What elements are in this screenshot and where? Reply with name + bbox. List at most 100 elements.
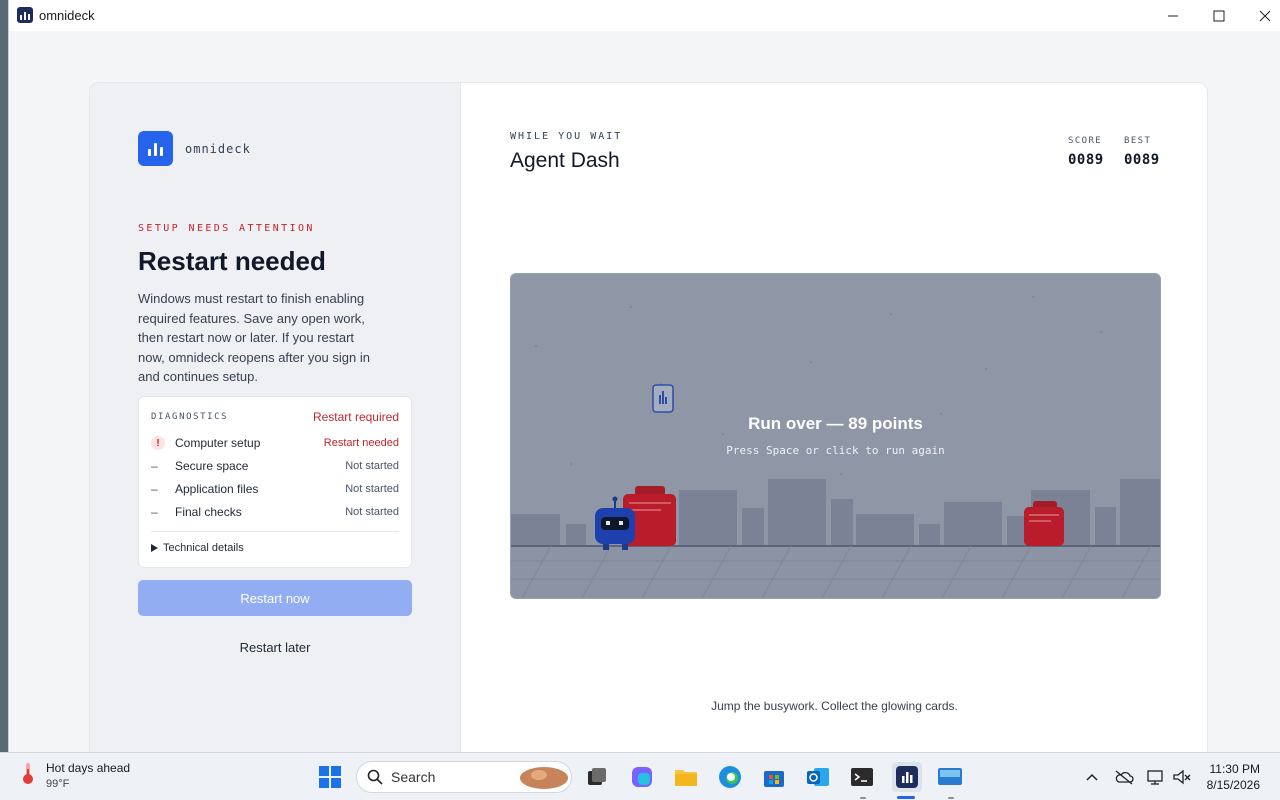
outlook-app[interactable]: [804, 763, 832, 791]
warning-icon: !: [151, 436, 165, 450]
omnideck-taskbar-app[interactable]: [892, 762, 922, 792]
diagnostic-label: Application files: [175, 482, 259, 496]
divider: [151, 531, 399, 532]
taskbar-search[interactable]: Search: [356, 761, 572, 793]
app-icon: [17, 7, 33, 23]
diagnostic-row-final-checks: – Final checks Not started: [151, 503, 399, 521]
game-over-title: Run over — 89 points: [748, 414, 923, 433]
copilot-app[interactable]: [628, 763, 656, 791]
task-view-button[interactable]: [583, 763, 611, 791]
glowing-card-icon: [652, 384, 674, 413]
diagnostics-panel: DIAGNOSTICS Restart required ! Computer …: [138, 396, 412, 568]
score-value: 0089: [1068, 152, 1104, 168]
edge-browser-app[interactable]: [716, 763, 744, 791]
minimize-icon: [1168, 15, 1178, 16]
diagnostic-row-secure-space: – Secure space Not started: [151, 457, 399, 475]
setup-description: Windows must restart to finish enabling …: [138, 291, 370, 384]
active-indicator: [897, 796, 915, 799]
start-button[interactable]: [316, 763, 344, 791]
dash-icon: –: [151, 505, 158, 519]
best-block: BEST 0089: [1124, 136, 1160, 168]
game-title: Agent Dash: [510, 149, 620, 172]
network-tray[interactable]: [1144, 763, 1168, 791]
thermometer-icon: [23, 763, 33, 784]
network-icon: [1147, 770, 1163, 785]
file-explorer-app[interactable]: [672, 763, 700, 791]
volume-tray[interactable]: [1170, 763, 1194, 791]
close-icon: [1259, 10, 1271, 21]
store-icon: [764, 771, 784, 787]
restart-later-button[interactable]: Restart later: [138, 636, 412, 658]
dash-icon: –: [151, 459, 158, 473]
game-eyebrow: WHILE YOU WAIT: [510, 131, 623, 142]
search-highlight-icon: [520, 767, 568, 789]
technical-details-toggle[interactable]: Technical details: [151, 542, 244, 554]
diagnostic-label: Computer setup: [175, 436, 261, 450]
diagnostic-label: Secure space: [175, 459, 249, 473]
best-value: 0089: [1124, 152, 1160, 168]
tray-overflow-button[interactable]: [1080, 763, 1104, 791]
close-button[interactable]: [1242, 0, 1280, 31]
disclosure-triangle-icon: [151, 544, 158, 552]
diagnostic-value: Not started: [345, 483, 399, 495]
title-bar[interactable]: omnideck: [9, 0, 1280, 31]
taskbar: Hot days ahead 99°F Search 11:30 PM 8/15…: [0, 752, 1280, 800]
game-canvas[interactable]: Run over — 89 points Press Space or clic…: [510, 273, 1161, 599]
window-content: omnideck SETUP NEEDS ATTENTION Restart n…: [9, 31, 1280, 762]
folder-icon: [675, 770, 697, 786]
outlook-icon: [807, 768, 829, 786]
terminal-app[interactable]: [848, 763, 876, 791]
window-title: omnideck: [39, 8, 95, 23]
minimize-button[interactable]: [1150, 0, 1196, 31]
technical-details-label: Technical details: [163, 542, 244, 554]
diagnostic-value: Not started: [345, 506, 399, 518]
diagnostic-value: Not started: [345, 460, 399, 472]
setup-eyebrow: SETUP NEEDS ATTENTION: [138, 223, 315, 234]
weather-title: Hot days ahead: [46, 761, 131, 775]
search-placeholder: Search: [391, 769, 436, 785]
game-scene: [511, 296, 1160, 598]
score-block: SCORE 0089: [1068, 136, 1104, 168]
maximize-button[interactable]: [1196, 0, 1242, 31]
edge-icon: [719, 766, 741, 788]
app-window: omnideck omnideck SETUP NEEDS ATTENTION …: [8, 0, 1280, 762]
diagnostics-status: Restart required: [312, 410, 399, 424]
dash-icon: –: [151, 482, 158, 496]
chevron-up-icon: [1086, 773, 1098, 781]
store-app[interactable]: [760, 763, 788, 791]
diagnostic-value: Restart needed: [323, 437, 399, 449]
clock-date: 8/15/2026: [1206, 778, 1260, 792]
remote-desktop-app[interactable]: [936, 763, 964, 791]
brand: omnideck: [138, 131, 251, 166]
maximize-icon: [1213, 10, 1225, 21]
setup-card: omnideck SETUP NEEDS ATTENTION Restart n…: [89, 82, 1208, 762]
copilot-icon: [632, 767, 652, 787]
weather-temp: 99°F: [46, 778, 70, 790]
omnideck-logo-icon: [138, 131, 173, 166]
setup-panel: omnideck SETUP NEEDS ATTENTION Restart n…: [90, 83, 461, 761]
cloud-off-icon: [1115, 770, 1134, 785]
game-over-subtitle: Press Space or click to run again: [726, 444, 945, 457]
best-label: BEST: [1124, 136, 1152, 146]
restart-now-button[interactable]: Restart now: [138, 580, 412, 616]
briefcase-obstacle: [1024, 501, 1064, 546]
onedrive-tray[interactable]: [1112, 763, 1136, 791]
diagnostic-label: Final checks: [175, 505, 242, 519]
brand-name: omnideck: [185, 141, 251, 156]
game-tagline: Jump the busywork. Collect the glowing c…: [711, 699, 958, 713]
omnideck-app-icon: [896, 766, 918, 788]
remote-desktop-icon: [938, 768, 962, 785]
game-panel: WHILE YOU WAIT Agent Dash SCORE 0089 BES…: [462, 83, 1207, 761]
running-indicator: [948, 797, 954, 799]
search-icon: [367, 769, 383, 785]
score-label: SCORE: [1068, 136, 1103, 146]
weather-widget[interactable]: Hot days ahead 99°F: [18, 761, 130, 790]
diagnostics-heading: DIAGNOSTICS: [151, 412, 229, 422]
task-view-icon: [588, 768, 606, 785]
terminal-icon: [851, 768, 873, 786]
diagnostic-row-application-files: – Application files Not started: [151, 480, 399, 498]
windows-start-icon: [319, 766, 341, 788]
clock[interactable]: 11:30 PM 8/15/2026: [1207, 761, 1260, 793]
diagnostic-row-computer-setup: ! Computer setup Restart needed: [151, 434, 399, 452]
clock-time: 11:30 PM: [1209, 762, 1260, 776]
